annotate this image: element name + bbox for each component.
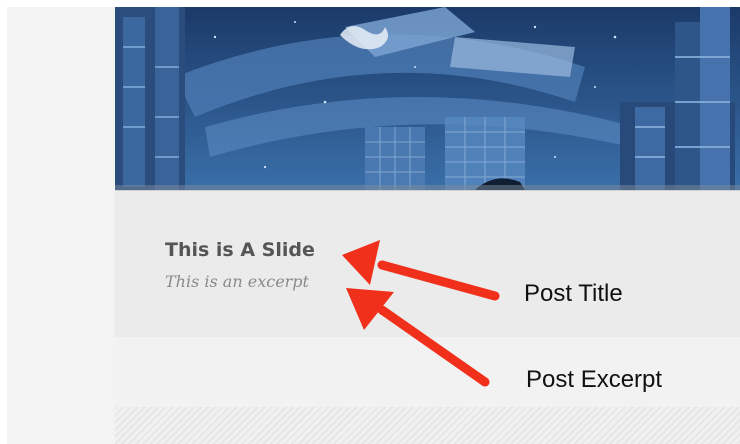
post-excerpt-label: Post Excerpt — [526, 366, 663, 393]
post-title-label: Post Title — [524, 280, 623, 307]
arrow-icon — [342, 240, 500, 301]
arrow-icon — [346, 288, 490, 387]
screenshot-frame: This is A Slide This is an excerpt Post … — [0, 0, 740, 444]
